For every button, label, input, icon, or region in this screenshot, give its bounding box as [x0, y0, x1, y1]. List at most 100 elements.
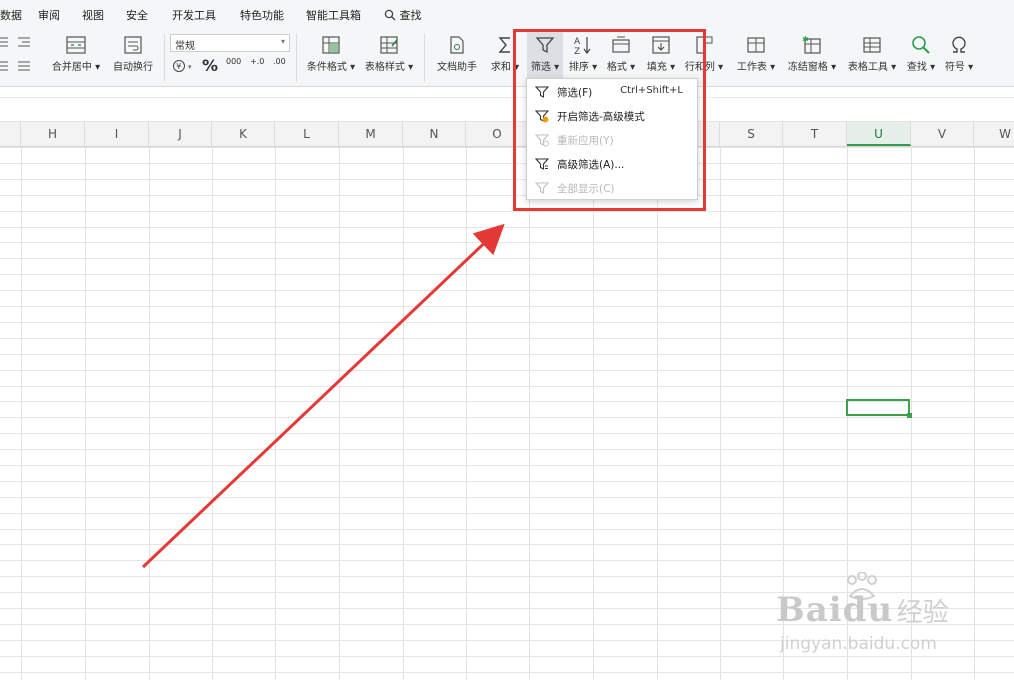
chevron-down-icon: ▾	[280, 37, 285, 46]
table-style-icon	[380, 36, 398, 54]
grid-row-line	[0, 338, 1014, 339]
grid-row-line	[0, 386, 1014, 387]
worksheet-label: 工作表 ▾	[736, 62, 776, 73]
tab-developer[interactable]: 开发工具	[172, 7, 216, 23]
ribbon-divider	[164, 34, 165, 82]
svg-text:▾: ▾	[188, 63, 192, 71]
formula-bar-area	[0, 87, 1014, 122]
grid-row-line	[0, 513, 1014, 514]
omega-icon	[952, 36, 966, 53]
column-header-i[interactable]: I	[85, 122, 149, 146]
watermark-url: jingyan.baidu.com	[780, 634, 937, 654]
worksheet-button[interactable]: 工作表 ▾	[734, 34, 778, 73]
search-tab[interactable]: 查找	[384, 7, 422, 23]
conditional-format-icon	[322, 36, 340, 54]
table-style-button[interactable]: 表格样式 ▾	[362, 34, 416, 73]
grid-row-line	[0, 306, 1014, 307]
grid-row-line	[0, 481, 1014, 482]
table-style-label: 表格样式 ▾	[364, 62, 414, 73]
wrap-text-label: 自动换行	[113, 62, 153, 73]
table-tools-button[interactable]: 表格工具 ▾	[844, 34, 900, 73]
wrap-text-button[interactable]: 自动换行	[108, 34, 158, 73]
svg-text:✱: ✱	[802, 35, 809, 44]
decrease-decimal-button[interactable]: .00	[273, 57, 286, 66]
find-label: 查找 ▾	[906, 62, 936, 73]
grid-row-line	[0, 656, 1014, 657]
formula-divider	[0, 97, 1014, 98]
percent-button[interactable]: %	[202, 56, 218, 75]
search-icon	[384, 9, 396, 21]
grid-row-line	[0, 560, 1014, 561]
symbol-label: 符号 ▾	[944, 62, 974, 73]
menu-bar: 数据 审阅 视图 安全 开发工具 特色功能 智能工具箱 查找	[0, 0, 1014, 28]
grid-row-line	[0, 433, 1014, 434]
indent-icon[interactable]	[0, 36, 34, 50]
tab-security[interactable]: 安全	[126, 7, 148, 23]
freeze-panes-icon: ✱	[802, 35, 821, 54]
svg-text:¥: ¥	[176, 62, 181, 71]
grid-row-line	[0, 195, 1014, 196]
annotation-highlight-box	[513, 29, 706, 211]
watermark-suffix: 经验	[896, 598, 949, 628]
currency-icon[interactable]: ¥ ▾	[172, 59, 196, 73]
grid-row-line	[0, 211, 1014, 212]
conditional-format-label: 条件格式 ▾	[306, 62, 356, 73]
symbol-button[interactable]: 符号 ▾	[942, 34, 976, 73]
grid-row-line	[0, 322, 1014, 323]
tab-smart-toolbox[interactable]: 智能工具箱	[306, 7, 361, 23]
tab-features[interactable]: 特色功能	[240, 7, 284, 23]
column-header-j[interactable]: J	[149, 122, 212, 146]
ribbon-toolbar: 合并居中 ▾ 自动换行 常规 ▾ ¥ ▾ % 000 +.0 .00 条件格式 ▾…	[0, 28, 1014, 87]
number-format-value: 常规	[175, 41, 195, 52]
column-header-t[interactable]: T	[783, 122, 847, 146]
freeze-panes-button[interactable]: ✱ 冻结窗格 ▾	[784, 34, 840, 73]
grid-row-line	[0, 465, 1014, 466]
grid-row-line	[0, 290, 1014, 291]
active-cell[interactable]	[846, 399, 912, 418]
grid-row-line	[0, 370, 1014, 371]
magnifier-icon	[912, 36, 930, 54]
column-header-n[interactable]: N	[403, 122, 466, 146]
search-tab-label: 查找	[399, 9, 422, 22]
column-header-m[interactable]: M	[339, 122, 403, 146]
merge-center-label: 合并居中 ▾	[51, 62, 101, 73]
grid-row-line	[0, 227, 1014, 228]
tab-data[interactable]: 数据	[0, 7, 22, 23]
tab-review[interactable]: 审阅	[38, 7, 60, 23]
grid-row-line	[0, 672, 1014, 673]
tab-view[interactable]: 视图	[82, 7, 104, 23]
column-header-l[interactable]: L	[275, 122, 339, 146]
table-tools-icon	[863, 37, 881, 53]
merge-center-button[interactable]: 合并居中 ▾	[48, 34, 104, 73]
thousands-separator-button[interactable]: 000	[226, 57, 241, 66]
column-header-w[interactable]: W	[974, 122, 1014, 146]
table-tools-label: 表格工具 ▾	[847, 62, 897, 73]
wrap-text-icon	[124, 36, 142, 54]
doc-helper-label: 文档助手	[437, 62, 477, 73]
number-format-select[interactable]: 常规 ▾	[170, 34, 290, 52]
grid-row-line	[0, 147, 1014, 148]
column-header-s[interactable]: S	[720, 122, 783, 146]
document-icon	[450, 36, 464, 54]
column-header-k[interactable]: K	[212, 122, 275, 146]
merge-cells-icon	[66, 36, 86, 54]
increase-decimal-button[interactable]: +.0	[250, 57, 264, 66]
ribbon-divider	[424, 34, 425, 82]
grid-row-line	[0, 163, 1014, 164]
grid-row-line	[0, 417, 1014, 418]
worksheet-icon	[747, 37, 765, 53]
freeze-panes-label: 冻结窗格 ▾	[787, 62, 837, 73]
column-header-u[interactable]: U	[847, 122, 911, 146]
grid-row-line	[0, 258, 1014, 259]
find-button[interactable]: 查找 ▾	[904, 34, 938, 73]
conditional-format-button[interactable]: 条件格式 ▾	[304, 34, 358, 73]
ribbon-divider	[296, 34, 297, 82]
column-header-v[interactable]: V	[911, 122, 974, 146]
align-icon[interactable]	[0, 60, 34, 74]
watermark-brand: Baidu	[776, 590, 894, 630]
doc-helper-button[interactable]: 文档助手	[432, 34, 482, 73]
row-header-corner[interactable]	[0, 122, 21, 146]
column-header-h[interactable]: H	[21, 122, 85, 146]
grid-row-line	[0, 497, 1014, 498]
grid-row-line	[0, 544, 1014, 545]
